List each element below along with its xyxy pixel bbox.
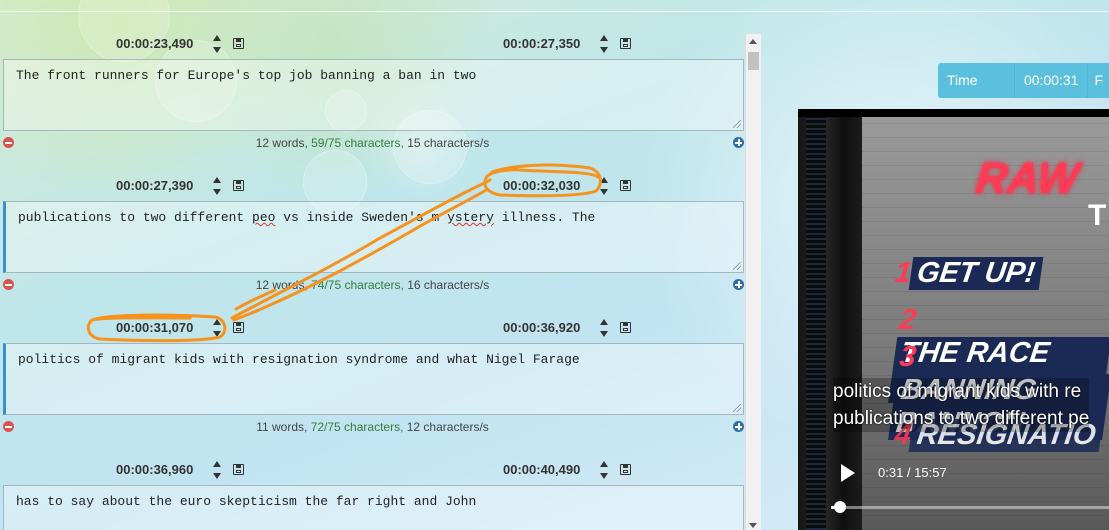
end-timecode[interactable]: 00:00:32,030 bbox=[503, 178, 580, 193]
resize-handle[interactable] bbox=[733, 120, 741, 128]
add-segment-icon[interactable] bbox=[733, 137, 744, 148]
video-player[interactable]: RAW T 1GET UP! 2THE RACE BEGINS 3BANNING… bbox=[798, 109, 1109, 530]
char-count: 72/75 characters, bbox=[310, 420, 404, 434]
video-captions: politics of migrant kids with re publica… bbox=[833, 378, 1090, 432]
end-spinner-icon[interactable] bbox=[600, 460, 610, 482]
end-save-icon[interactable] bbox=[620, 38, 631, 49]
start-save-icon[interactable] bbox=[233, 322, 244, 333]
video-time: 0:31 / 15:57 bbox=[878, 465, 947, 480]
subtitle-text: illness. The bbox=[493, 210, 596, 225]
resize-handle[interactable] bbox=[733, 404, 741, 412]
video-progress-track[interactable] bbox=[831, 506, 1109, 509]
segment-stats: 11 words, 72/75 characters, 12 character… bbox=[0, 420, 745, 434]
timecode-value-button[interactable]: 00:00:31 bbox=[1014, 63, 1089, 98]
scroll-up-icon[interactable] bbox=[749, 39, 757, 44]
subtitle-text: publications to two different bbox=[18, 210, 253, 225]
subtitle-editor: 00:00:23,490 00:00:27,350 The front runn… bbox=[0, 0, 762, 530]
segment-stats: 12 words, 74/75 characters, 16 character… bbox=[0, 278, 745, 292]
video-sign-subtitle: T bbox=[1088, 199, 1107, 232]
end-save-icon[interactable] bbox=[620, 322, 631, 333]
subtitle-text: vs inside Swede bbox=[275, 210, 401, 225]
misspelled-word: ystery bbox=[447, 210, 494, 225]
end-timecode[interactable]: 00:00:27,350 bbox=[503, 36, 580, 51]
char-count: 59/75 characters, bbox=[311, 136, 404, 150]
end-spinner-icon[interactable] bbox=[600, 318, 610, 340]
start-spinner-icon[interactable] bbox=[213, 34, 223, 56]
next-button[interactable]: F bbox=[1088, 63, 1109, 98]
add-segment-icon[interactable] bbox=[733, 279, 744, 290]
word-count: 12 words, bbox=[255, 136, 308, 150]
video-sign-title: RAW bbox=[973, 154, 1082, 203]
play-icon[interactable] bbox=[841, 464, 855, 482]
start-save-icon[interactable] bbox=[233, 180, 244, 191]
end-timecode[interactable]: 00:00:36,920 bbox=[503, 320, 580, 335]
resize-handle[interactable] bbox=[733, 262, 741, 270]
chars-per-second: 12 characters/s bbox=[406, 420, 489, 434]
subtitle-text: n's bbox=[400, 210, 424, 225]
end-save-icon[interactable] bbox=[620, 464, 631, 475]
end-spinner-icon[interactable] bbox=[600, 176, 610, 198]
end-save-icon[interactable] bbox=[620, 180, 631, 191]
start-spinner-icon[interactable] bbox=[213, 318, 223, 340]
segment-stats: 12 words, 59/75 characters, 15 character… bbox=[0, 136, 745, 150]
timecode-button-group: Time Code 00:00:31 F bbox=[938, 63, 1109, 123]
timecode-label-button[interactable]: Time Code bbox=[938, 63, 1015, 123]
video-menu-item: 1GET UP! bbox=[893, 257, 1044, 290]
editor-scrollbar[interactable] bbox=[745, 34, 761, 530]
start-timecode[interactable]: 00:00:31,070 bbox=[116, 320, 193, 335]
end-timecode[interactable]: 00:00:40,490 bbox=[503, 462, 580, 477]
subtitle-textarea[interactable]: The front runners for Europe's top job b… bbox=[3, 59, 744, 131]
subtitle-text: politics of migrant kids with resignatio… bbox=[18, 352, 580, 367]
start-save-icon[interactable] bbox=[233, 464, 244, 475]
scroll-thumb[interactable] bbox=[748, 52, 759, 70]
start-spinner-icon[interactable] bbox=[213, 176, 223, 198]
add-segment-icon[interactable] bbox=[733, 421, 744, 432]
word-count: 12 words, bbox=[255, 278, 308, 292]
start-save-icon[interactable] bbox=[233, 38, 244, 49]
caption-line: politics of migrant kids with re bbox=[833, 378, 1090, 405]
start-timecode[interactable]: 00:00:27,390 bbox=[116, 178, 193, 193]
chars-per-second: 16 characters/s bbox=[407, 278, 490, 292]
subtitle-text: has to say about the euro skepticism the… bbox=[16, 494, 477, 509]
caption-line: publications to two different pe bbox=[833, 405, 1090, 432]
subtitle-textarea[interactable]: publications to two different peo vs ins… bbox=[3, 201, 744, 273]
char-count: 74/75 characters, bbox=[311, 278, 404, 292]
subtitle-textarea[interactable]: has to say about the euro skepticism the… bbox=[3, 485, 744, 530]
word-count: 11 words, bbox=[256, 420, 308, 434]
end-spinner-icon[interactable] bbox=[600, 34, 610, 56]
start-timecode[interactable]: 00:00:36,960 bbox=[116, 462, 193, 477]
subtitle-text: The front runners for Europe's top job b… bbox=[16, 68, 477, 83]
subtitle-textarea[interactable]: politics of migrant kids with resignatio… bbox=[3, 343, 744, 415]
start-spinner-icon[interactable] bbox=[213, 460, 223, 482]
subtitle-text: m bbox=[423, 210, 448, 225]
scroll-down-icon[interactable] bbox=[749, 523, 757, 528]
chars-per-second: 15 characters/s bbox=[407, 136, 490, 150]
misspelled-word: peo bbox=[252, 210, 276, 225]
start-timecode[interactable]: 00:00:23,490 bbox=[116, 36, 193, 51]
